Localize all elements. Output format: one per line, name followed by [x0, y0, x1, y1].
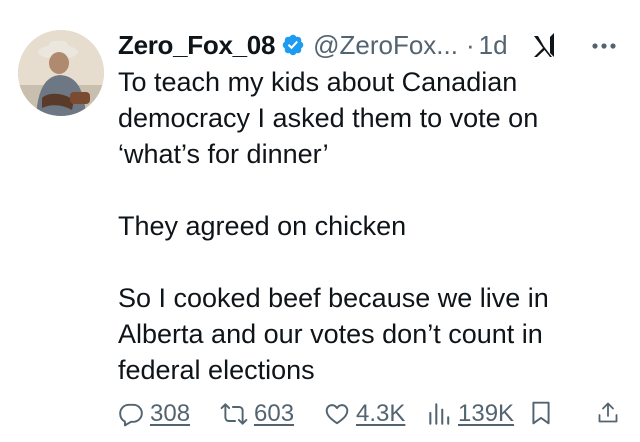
bookmark-icon — [530, 400, 552, 426]
views-icon — [426, 401, 452, 427]
timestamp[interactable]: 1d — [479, 30, 508, 61]
author-handle[interactable]: @ZeroFox... — [313, 30, 458, 61]
separator-dot: · — [465, 29, 475, 60]
repost-count: 603 — [254, 400, 295, 427]
views-count: 139K — [458, 400, 515, 427]
avatar-image — [18, 30, 104, 116]
repost-button[interactable]: 603 — [220, 400, 294, 428]
repost-icon — [220, 401, 248, 427]
share-icon — [596, 400, 620, 426]
reply-icon — [118, 401, 144, 427]
share-button[interactable] — [596, 400, 620, 426]
like-count: 4.3K — [356, 400, 406, 427]
tweet-header: Zero_Fox_08 @ZeroFox... · 1d — [118, 26, 630, 64]
more-icon[interactable] — [590, 34, 618, 58]
verified-badge-icon — [281, 33, 305, 57]
grok-icon[interactable] — [528, 29, 560, 61]
views-button[interactable]: 139K — [426, 400, 514, 428]
paragraph-spacer — [118, 172, 623, 208]
reply-count: 308 — [150, 400, 191, 427]
tweet-paragraph: They agreed on chicken — [118, 211, 407, 241]
author-name[interactable]: Zero_Fox_08 — [118, 30, 275, 61]
heart-icon — [324, 401, 350, 427]
action-bar: 308 603 4.3K 139K — [118, 396, 630, 436]
bookmark-button[interactable] — [530, 400, 552, 426]
reply-button[interactable]: 308 — [118, 400, 190, 428]
tweet-text: To teach my kids about Canadian democrac… — [118, 64, 623, 388]
tweet-paragraph: To teach my kids about Canadian democrac… — [118, 67, 546, 169]
avatar[interactable] — [18, 30, 104, 116]
paragraph-spacer — [118, 244, 623, 280]
like-button[interactable]: 4.3K — [324, 400, 405, 428]
tweet[interactable]: Zero_Fox_08 @ZeroFox... · 1d To teach my… — [0, 0, 640, 442]
tweet-paragraph: So I cooked beef because we live in Albe… — [118, 283, 555, 385]
